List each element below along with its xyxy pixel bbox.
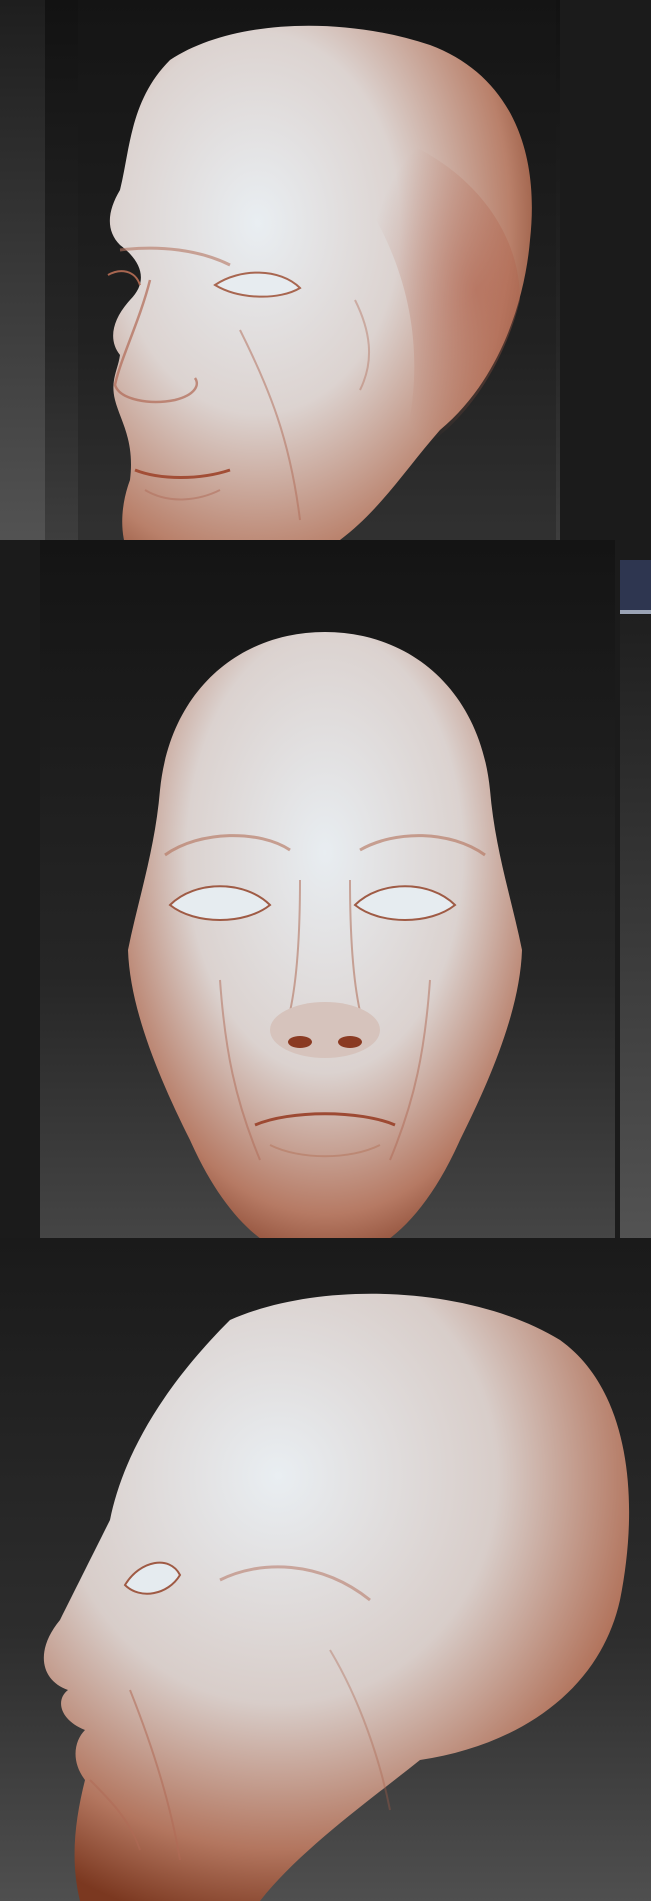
sculpt-view-profile [0, 1238, 651, 1901]
viewport-canvas [0, 0, 651, 620]
ui-edge-fragment [620, 560, 651, 610]
background-strip [560, 0, 651, 620]
background-strip [0, 0, 45, 620]
background-strip [620, 615, 651, 1265]
sculpt-view-three-quarter [0, 0, 651, 620]
ui-edge-fragment [620, 610, 651, 614]
viewport-canvas [0, 540, 651, 1265]
viewport-canvas [0, 1238, 651, 1901]
sculpt-view-front [0, 540, 651, 1265]
